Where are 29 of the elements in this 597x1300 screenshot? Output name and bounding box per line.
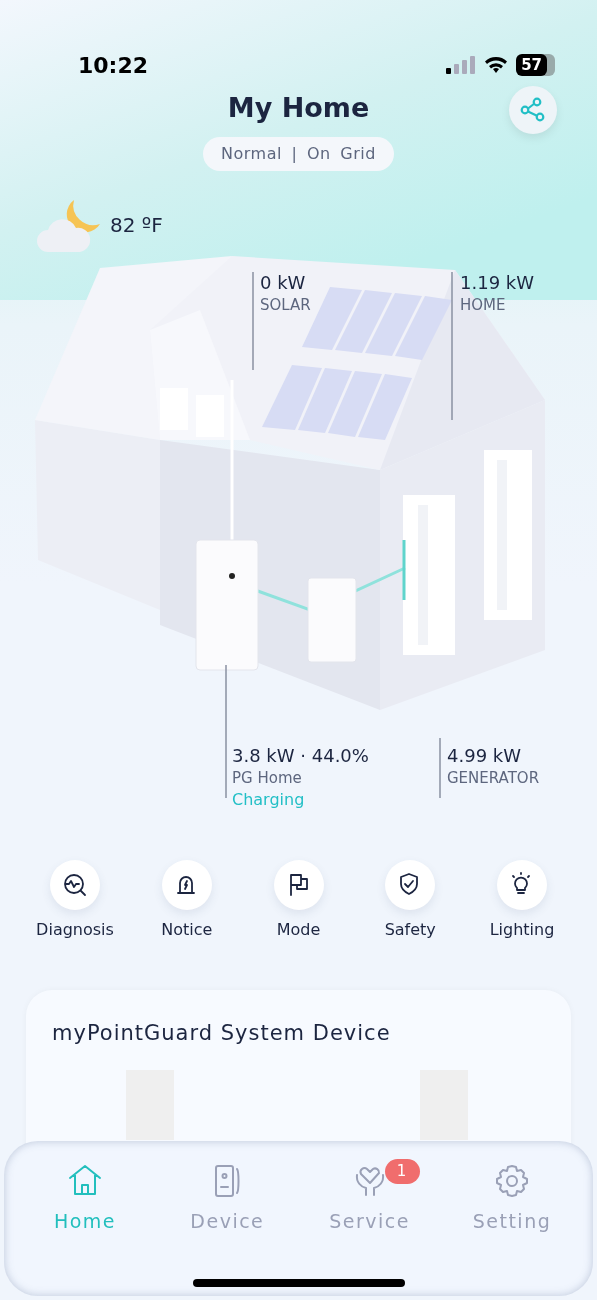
action-button[interactable]: Mode xyxy=(243,860,354,942)
device-image xyxy=(420,1070,468,1140)
page-title: My Home xyxy=(227,91,370,125)
notification-badge: 1 xyxy=(384,1159,420,1184)
share-button[interactable] xyxy=(509,86,557,134)
charge-status: Charging xyxy=(232,789,306,812)
power-value: 3.8 kW · 44.0% xyxy=(232,744,369,768)
system-status-pill: Normal | On Grid xyxy=(203,136,394,171)
status-time: 10:22 xyxy=(78,51,149,80)
settings-icon xyxy=(494,1163,530,1199)
action-button[interactable]: Diagnosis xyxy=(20,860,130,942)
power-label: PG Home xyxy=(232,768,303,790)
device-image xyxy=(126,1070,174,1140)
action-button[interactable]: Notice xyxy=(131,860,242,942)
power-value: 4.99 kW xyxy=(447,744,523,768)
action-button[interactable]: Lighting xyxy=(467,860,577,942)
search-pulse-icon xyxy=(62,872,88,898)
power-value: 1.19 kW xyxy=(460,271,535,295)
share-icon xyxy=(520,97,546,123)
action-button[interactable]: Safety xyxy=(355,860,466,942)
power-value: 0 kW xyxy=(260,271,307,295)
temperature: 82 ºF xyxy=(110,212,163,239)
power-label: GENERATOR xyxy=(447,768,540,790)
power-label: SOLAR xyxy=(260,295,311,317)
power-label: HOME xyxy=(460,295,507,317)
wifi-icon xyxy=(484,56,509,74)
card-title: myPointGuard System Device xyxy=(52,1020,392,1047)
leader-line xyxy=(439,737,441,799)
signal-icon xyxy=(446,56,477,74)
